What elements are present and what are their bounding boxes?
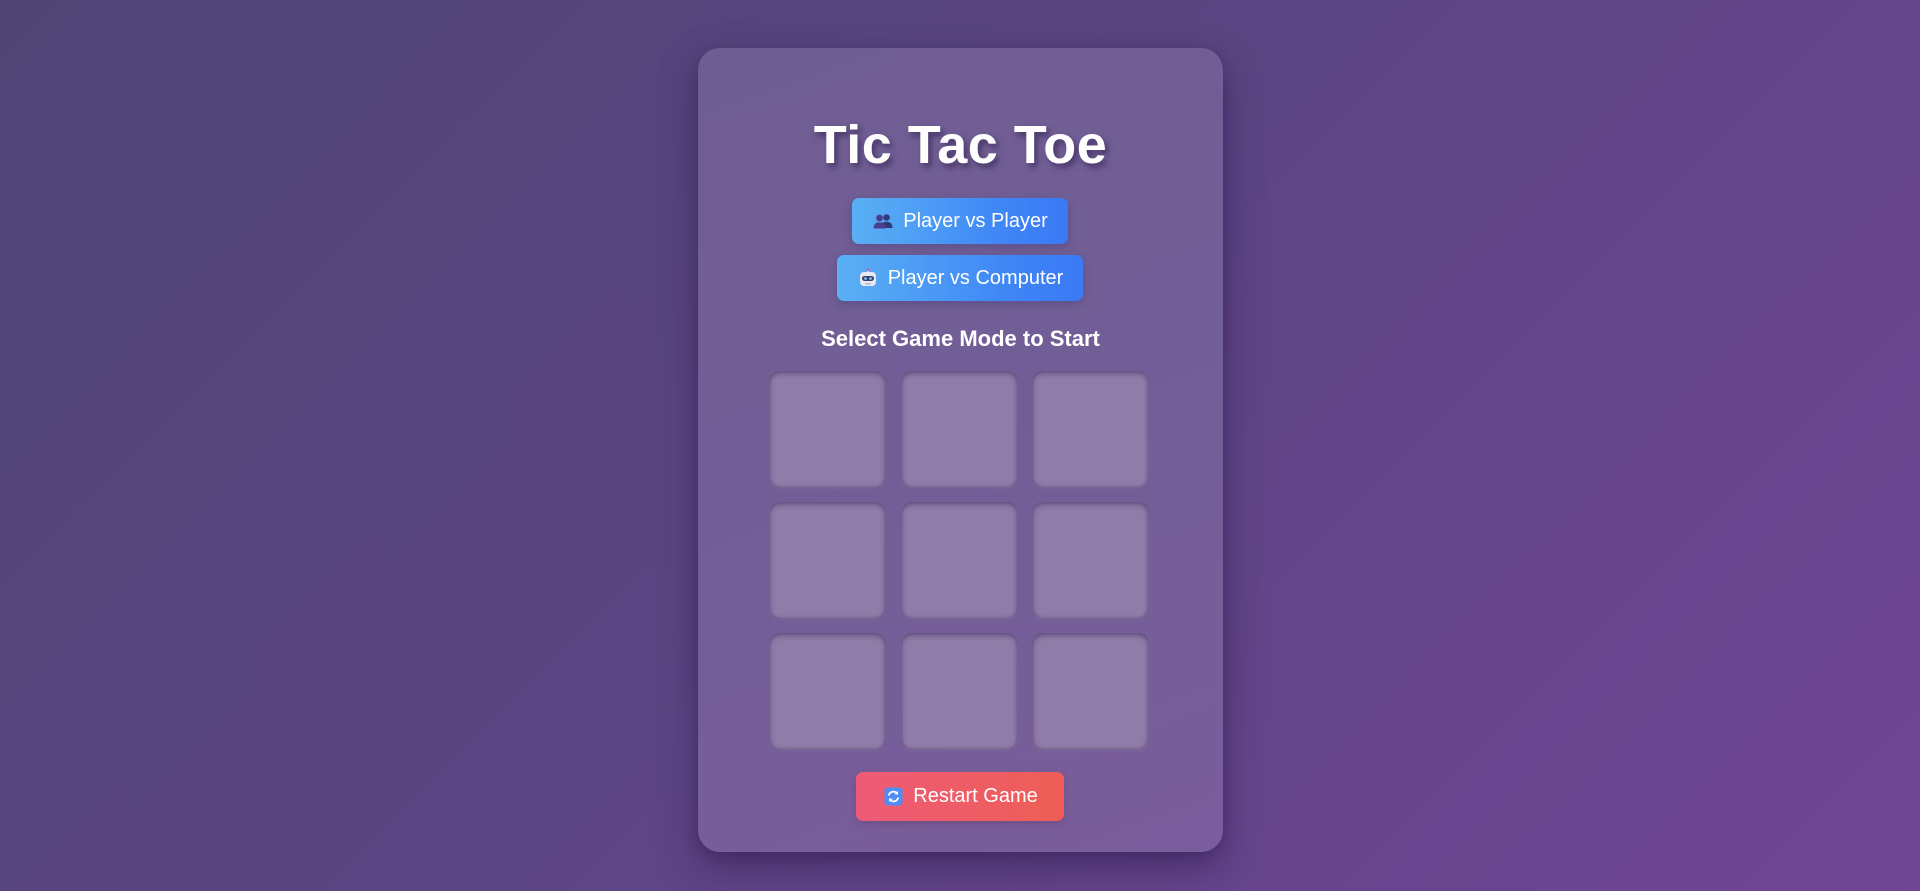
board-cell-3[interactable] bbox=[1032, 371, 1149, 488]
game-card: Tic Tac Toe Player vs Player Player vs C… bbox=[698, 48, 1223, 852]
restart-game-button[interactable]: Restart Game bbox=[856, 772, 1064, 821]
board-cell-8[interactable] bbox=[901, 633, 1018, 750]
player-vs-computer-label: Player vs Computer bbox=[887, 266, 1064, 289]
board-cell-6[interactable] bbox=[1032, 502, 1149, 619]
game-board bbox=[769, 371, 1152, 754]
board-cell-7[interactable] bbox=[769, 633, 886, 750]
refresh-icon bbox=[882, 786, 904, 808]
game-title: Tic Tac Toe bbox=[813, 115, 1108, 175]
robot-icon bbox=[857, 267, 879, 289]
board-cell-2[interactable] bbox=[901, 371, 1018, 488]
two-users-icon bbox=[872, 210, 894, 232]
player-vs-player-button[interactable]: Player vs Player bbox=[852, 198, 1068, 244]
restart-game-label: Restart Game bbox=[913, 785, 1038, 807]
board-cell-9[interactable] bbox=[1032, 633, 1149, 750]
board-cell-5[interactable] bbox=[901, 502, 1018, 619]
game-status: Select Game Mode to Start bbox=[821, 326, 1100, 351]
board-cell-1[interactable] bbox=[769, 371, 886, 488]
player-vs-player-label: Player vs Player bbox=[903, 209, 1048, 232]
board-cell-4[interactable] bbox=[769, 502, 886, 619]
player-vs-computer-button[interactable]: Player vs Computer bbox=[837, 255, 1083, 301]
